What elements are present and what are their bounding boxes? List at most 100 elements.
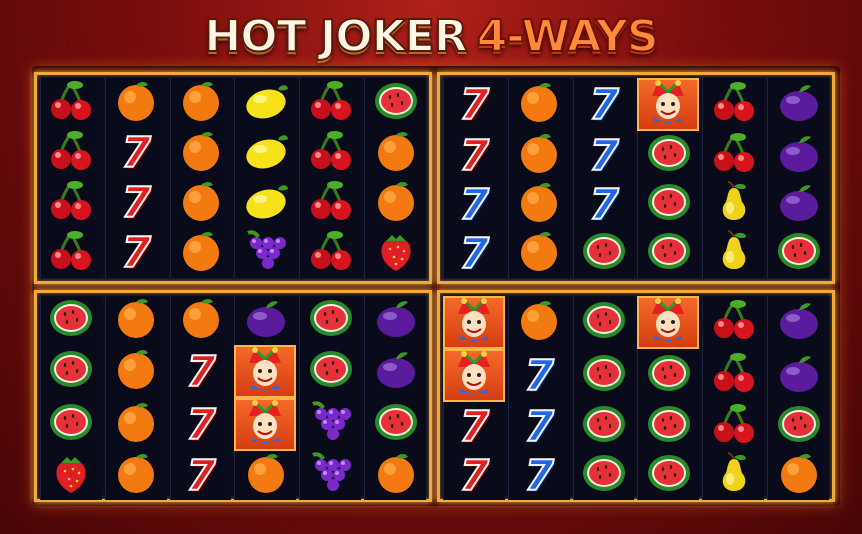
- reel-cell: [234, 345, 297, 398]
- orange-icon: [177, 79, 225, 128]
- lemon-icon: [242, 179, 290, 228]
- watermelon-icon: [775, 402, 823, 451]
- reel-cell: [299, 296, 362, 345]
- plum-icon: [372, 296, 420, 345]
- reel-cell: [637, 296, 700, 349]
- reel-cell: [507, 78, 570, 131]
- orange-icon: [372, 451, 420, 500]
- game-title-part1: HOT JOKER: [203, 10, 468, 63]
- reel-cell: [104, 345, 167, 398]
- reel-cell: [572, 402, 635, 451]
- watermelon-icon: [645, 351, 693, 400]
- cherry-icon: [710, 131, 758, 180]
- reel-cell: [104, 78, 167, 128]
- orange-icon: [112, 296, 160, 345]
- reel-cell: 7: [169, 345, 232, 398]
- reel-cell: [234, 78, 297, 128]
- reel-cell: [767, 180, 829, 229]
- seven-red-symbol: 7: [185, 346, 216, 396]
- strawberry-icon: [47, 451, 95, 500]
- reel-cell: 7: [507, 402, 570, 451]
- plum-icon: [775, 180, 823, 229]
- reel-cell: [702, 451, 765, 500]
- reel-cell: [299, 78, 362, 128]
- watermelon-icon: [775, 229, 823, 278]
- reel-cell: [234, 128, 297, 178]
- plum-icon: [775, 298, 823, 347]
- reel-cell: 7: [572, 78, 635, 131]
- reel-cell: 7: [507, 450, 570, 500]
- orange-icon: [177, 129, 225, 178]
- reel-cell: [702, 296, 765, 349]
- reel-cell: 7: [104, 228, 167, 278]
- cherry-icon: [47, 179, 95, 228]
- reel-cell: [364, 451, 426, 500]
- seven-red-symbol: 7: [459, 450, 490, 500]
- seven-blue-symbol: 7: [459, 179, 490, 229]
- seven-blue-symbol: 7: [524, 450, 555, 500]
- watermelon-icon: [580, 402, 628, 451]
- game-title-part2: 4-WAYS: [476, 10, 660, 63]
- reel-cell: [40, 345, 102, 398]
- reel-cell: [767, 402, 829, 451]
- watermelon-icon: [47, 296, 95, 345]
- reel-cell: [507, 229, 570, 278]
- reel-cell: [443, 349, 505, 402]
- seven-red-symbol: 7: [121, 228, 152, 277]
- cherry-icon: [710, 351, 758, 400]
- cherry-icon: [307, 79, 355, 128]
- reel-cell: [40, 451, 102, 500]
- grapes-icon: [242, 229, 290, 278]
- reel-cell: [169, 178, 232, 228]
- orange-icon: [372, 129, 420, 178]
- reel-cell: [702, 131, 765, 180]
- reel-cell: [507, 180, 570, 229]
- seven-red-symbol: 7: [459, 130, 490, 180]
- reel-cell: 7: [443, 402, 505, 451]
- reel-cell: 7: [443, 451, 505, 500]
- reel-cell: 7: [572, 180, 635, 229]
- watermelon-icon: [580, 351, 628, 400]
- joker-icon: [241, 400, 289, 449]
- cherry-icon: [710, 402, 758, 451]
- reel-cell: [234, 451, 297, 500]
- reel-cell: [637, 229, 700, 278]
- lemon-icon: [242, 79, 290, 128]
- watermelon-icon: [47, 400, 95, 449]
- reel-cell: [364, 345, 426, 398]
- reel-cell: [572, 296, 635, 349]
- reel-cell: [299, 178, 362, 228]
- seven-red-symbol: 7: [185, 399, 216, 449]
- reel-cell: [364, 128, 426, 178]
- plum-icon: [372, 347, 420, 396]
- seven-blue-symbol: 7: [588, 130, 619, 180]
- plum-icon: [775, 131, 823, 180]
- reel-cell: [299, 128, 362, 178]
- reel-cell: [169, 228, 232, 278]
- watermelon-icon: [645, 180, 693, 229]
- reel-cell: [637, 180, 700, 229]
- reel-cell: 7: [169, 398, 232, 451]
- reel-cell: [299, 345, 362, 398]
- reel-grid-top-right: 7777777: [437, 72, 835, 284]
- reel-cell: [702, 402, 765, 451]
- orange-icon: [112, 400, 160, 449]
- plum-icon: [242, 296, 290, 345]
- reel-cell: [767, 451, 829, 500]
- reel-grid-bottom-left: 777: [34, 290, 432, 502]
- watermelon-icon: [580, 229, 628, 278]
- reel-cell: 7: [443, 131, 505, 180]
- cherry-icon: [710, 80, 758, 129]
- reel-cell: [507, 131, 570, 180]
- reel-cell: [702, 78, 765, 131]
- orange-icon: [515, 80, 563, 129]
- reel-cell: [572, 229, 635, 278]
- reel-cell: [234, 296, 297, 345]
- reel-cell: [299, 228, 362, 278]
- reel-cell: [364, 398, 426, 451]
- reel-cell: [702, 180, 765, 229]
- joker-icon: [644, 80, 692, 129]
- cherry-icon: [307, 229, 355, 278]
- reel-cell: [40, 178, 102, 228]
- reel-cell: [767, 349, 829, 402]
